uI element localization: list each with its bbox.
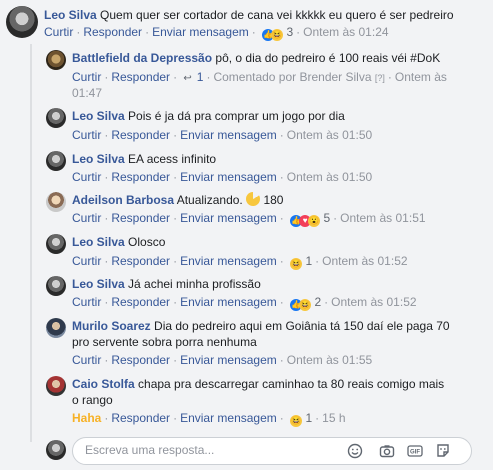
avatar[interactable] [46, 276, 66, 296]
reaction-summary[interactable]: 👍 ♥ 😮 [290, 212, 321, 228]
timestamp[interactable]: Ontem às 01:50 [287, 170, 372, 184]
comment-text: pô, o dia do pedreiro é 100 reais véi #D… [215, 51, 441, 65]
avatar[interactable] [6, 6, 38, 38]
commenter-name[interactable]: Leo Silva [44, 8, 97, 22]
comment-text: Quem quer ser cortador de cana vei kkkkk… [100, 8, 454, 22]
like-link[interactable]: Curtir [72, 295, 101, 309]
haha-icon: 😆 [290, 414, 303, 427]
comment-text: Já achei minha profissão [128, 277, 261, 291]
timestamp[interactable]: Ontem às 01:24 [303, 25, 388, 39]
like-link[interactable]: Curtir [72, 170, 101, 184]
timestamp[interactable]: Ontem às 01:50 [287, 128, 372, 142]
like-link[interactable]: Curtir [72, 128, 101, 142]
timestamp[interactable]: Ontem às 01:55 [287, 353, 372, 367]
pacman-icon [246, 192, 261, 206]
timestamp[interactable]: Ontem às 01:52 [322, 254, 407, 268]
reply-link[interactable]: Responder [111, 353, 170, 367]
avatar[interactable] [46, 108, 66, 128]
commenter-name[interactable]: Adeilson Barbosa [72, 193, 174, 207]
commenter-name[interactable]: Caio Stolfa [72, 377, 135, 391]
thread-line [30, 44, 32, 442]
reply-arrow-icon: ↩ [183, 73, 192, 84]
commenter-name[interactable]: Battlefield da Depressão [72, 51, 212, 65]
haha-icon: 😆 [271, 28, 284, 41]
comment-text: Olosco [128, 235, 166, 249]
commenter-name[interactable]: Leo Silva [72, 152, 125, 166]
reply-link[interactable]: Responder [83, 25, 142, 39]
haha-icon: 😆 [299, 298, 312, 311]
avatar [46, 440, 66, 460]
reply-link[interactable]: Responder [111, 211, 170, 225]
timestamp[interactable]: 15 h [322, 411, 345, 425]
commenter-name[interactable]: Leo Silva [72, 235, 125, 249]
emoji-icon[interactable] [347, 443, 363, 459]
avatar[interactable] [46, 318, 66, 338]
reaction-summary[interactable]: 😆 [290, 412, 303, 428]
haha-reaction-link[interactable]: Haha [72, 411, 101, 425]
send-message-link[interactable]: Enviar mensagem [180, 211, 277, 225]
reaction-summary[interactable]: 😆 [290, 255, 303, 271]
comment-text: Pois é ja dá pra comprar um jogo por dia [128, 109, 345, 123]
like-link[interactable]: Curtir [72, 254, 101, 268]
avatar[interactable] [46, 376, 66, 396]
like-link[interactable]: Curtir [72, 211, 101, 225]
avatar[interactable] [46, 192, 66, 212]
avatar[interactable] [46, 50, 66, 70]
haha-icon: 😆 [290, 257, 303, 270]
like-link[interactable]: Curtir [72, 70, 101, 84]
send-message-link[interactable]: Enviar mensagem [180, 170, 277, 184]
comment-text: Atualizando. [176, 193, 243, 207]
timestamp-line2: 01:47 [72, 86, 103, 100]
send-message-link[interactable]: Enviar mensagem [180, 353, 277, 367]
commenter-name[interactable]: Leo Silva [72, 277, 125, 291]
gif-icon[interactable]: GIF [407, 443, 423, 459]
send-message-link[interactable]: Enviar mensagem [180, 128, 277, 142]
comment-text: Dia do pedreiro aqui em Goiânia tá 150 d… [154, 319, 450, 333]
help-tag[interactable]: [?] [375, 73, 385, 83]
like-link[interactable]: Curtir [72, 353, 101, 367]
reply-link[interactable]: Responder [111, 170, 170, 184]
svg-text:GIF: GIF [410, 450, 420, 456]
comment-text-line2: o rango [72, 393, 113, 407]
comment-text-line2: pro servente sobra porra nenhuma [72, 335, 257, 349]
send-message-link[interactable]: Enviar mensagem [152, 25, 249, 39]
timestamp[interactable]: Ontem às 01:51 [340, 211, 425, 225]
commented-by: Comentado por Brender Silva [213, 70, 372, 84]
reply-link[interactable]: Responder [111, 70, 170, 84]
reply-link[interactable]: Responder [111, 254, 170, 268]
reaction-summary[interactable]: 👍😆 [290, 296, 312, 312]
reply-link[interactable]: Responder [111, 128, 170, 142]
wow-icon: 😮 [308, 214, 321, 227]
sticker-icon[interactable] [435, 443, 451, 459]
reply-input[interactable]: Escreva uma resposta... GIF [72, 437, 472, 465]
reply-link[interactable]: Responder [111, 295, 170, 309]
send-message-link[interactable]: Enviar mensagem [180, 295, 277, 309]
camera-icon[interactable] [379, 443, 395, 459]
like-link[interactable]: Curtir [44, 25, 73, 39]
send-message-link[interactable]: Enviar mensagem [180, 254, 277, 268]
reply-placeholder: Escreva uma resposta... [85, 443, 215, 457]
reaction-summary[interactable]: 👍😆 [262, 26, 284, 42]
timestamp[interactable]: Ontem às [395, 70, 447, 84]
reply-link[interactable]: Responder [111, 411, 170, 425]
commenter-name[interactable]: Leo Silva [72, 109, 125, 123]
avatar[interactable] [46, 151, 66, 171]
timestamp[interactable]: Ontem às 01:52 [331, 295, 416, 309]
comment-text: EA acess infinito [128, 152, 217, 166]
comment-text: chapa pra descarregar caminhao ta 80 rea… [138, 377, 445, 391]
avatar[interactable] [46, 234, 66, 254]
comment-number: 180 [263, 193, 284, 207]
commenter-name[interactable]: Murilo Soarez [72, 319, 151, 333]
send-message-link[interactable]: Enviar mensagem [180, 411, 277, 425]
